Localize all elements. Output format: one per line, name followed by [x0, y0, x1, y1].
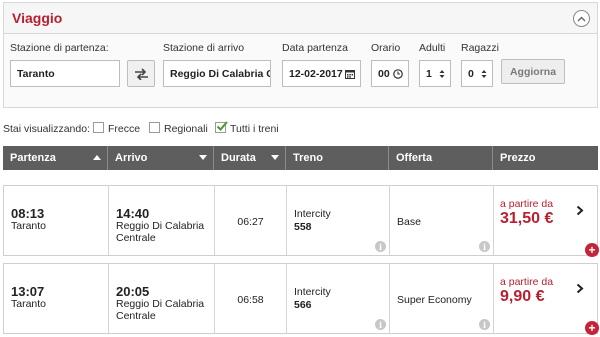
- offer-cell: Super Economy i: [390, 264, 494, 333]
- time-value: 00: [378, 67, 390, 80]
- departure-station-input[interactable]: Taranto: [10, 60, 120, 87]
- results-table-header: Partenza Arrivo Durata Treno Offerta Pre…: [3, 146, 598, 170]
- arrival-station: Reggio Di Calabria Centrale: [116, 220, 205, 244]
- offer-cell: Base i: [390, 186, 494, 255]
- column-header-arrival[interactable]: Arrivo: [108, 146, 214, 170]
- date-label: Data partenza: [282, 42, 348, 54]
- column-label-arrival: Arrivo: [115, 152, 148, 164]
- adults-label: Adulti: [419, 42, 446, 54]
- column-header-duration[interactable]: Durata: [214, 146, 286, 170]
- arrival-cell: 14:40 Reggio Di Calabria Centrale: [109, 186, 215, 255]
- time-input[interactable]: 00: [371, 60, 409, 87]
- chevron-right-icon[interactable]: [576, 205, 584, 216]
- column-label-train: Treno: [293, 152, 323, 164]
- offer-name: Base: [397, 216, 421, 228]
- duration-value: 06:27: [237, 216, 264, 228]
- column-header-departure[interactable]: Partenza: [3, 146, 108, 170]
- plus-icon[interactable]: +: [585, 321, 599, 335]
- departure-station: Taranto: [11, 220, 47, 232]
- price-value: 31,50 €: [500, 210, 554, 227]
- price-value: 9,90 €: [500, 288, 545, 305]
- journey-panel: Viaggio: [3, 2, 598, 108]
- kids-label: Ragazzi: [461, 42, 499, 54]
- adults-value: 1: [426, 67, 432, 80]
- departure-station-value: Taranto: [17, 67, 55, 80]
- filter-regionali-checkbox[interactable]: [149, 122, 160, 133]
- kids-select[interactable]: 0: [461, 60, 493, 87]
- arrival-time: 14:40: [116, 206, 150, 221]
- panel-header: Viaggio: [4, 3, 597, 34]
- info-icon[interactable]: i: [375, 319, 386, 330]
- arrival-station-input[interactable]: Reggio Di Calabria C: [163, 60, 271, 87]
- filter-tutti-checkbox[interactable]: [215, 121, 228, 133]
- sort-asc-icon: [93, 155, 101, 160]
- offer-name: Super Economy: [397, 294, 472, 306]
- table-row[interactable]: 13:07 Taranto 20:05 Reggio Di Calabria C…: [3, 263, 599, 335]
- departure-cell: 13:07 Taranto: [4, 264, 109, 333]
- filter-label: Stai visualizzando:: [3, 123, 90, 135]
- duration-value: 06:58: [237, 294, 264, 306]
- departure-cell: 08:13 Taranto: [4, 186, 109, 255]
- date-value: 12-02-2017: [289, 67, 343, 80]
- duration-cell: 06:58: [215, 264, 287, 333]
- time-label: Orario: [371, 42, 401, 54]
- info-icon[interactable]: i: [479, 241, 490, 252]
- arrival-station: Reggio Di Calabria Centrale: [116, 298, 205, 322]
- departure-station: Taranto: [11, 298, 47, 310]
- column-header-offer: Offerta: [389, 146, 493, 170]
- filter-tutti-label: Tutti i treni: [230, 123, 279, 135]
- column-header-train: Treno: [286, 146, 389, 170]
- sort-desc-icon: [271, 155, 279, 160]
- column-header-price: Prezzo: [493, 146, 598, 170]
- info-icon[interactable]: i: [375, 241, 386, 252]
- swap-icon: [134, 67, 148, 80]
- arrival-time: 20:05: [116, 284, 150, 299]
- filter-frecce-label: Frecce: [108, 123, 141, 135]
- arrival-cell: 20:05 Reggio Di Calabria Centrale: [109, 264, 215, 333]
- filter-regionali-label: Regionali: [164, 123, 208, 135]
- calendar-icon: [345, 70, 355, 79]
- train-number: 566: [294, 299, 312, 311]
- stepper-icon: [439, 70, 445, 78]
- date-input[interactable]: 12-02-2017: [282, 60, 361, 87]
- sort-desc-icon: [199, 155, 207, 160]
- arrival-station-value: Reggio Di Calabria C: [170, 67, 271, 80]
- clock-icon: [393, 69, 403, 79]
- train-cell: Intercity 566 i: [287, 264, 390, 333]
- table-row[interactable]: 08:13 Taranto 14:40 Reggio Di Calabria C…: [3, 185, 599, 257]
- departure-label: Stazione di partenza:: [10, 42, 109, 54]
- stepper-icon: [481, 70, 487, 78]
- chevron-right-icon[interactable]: [576, 283, 584, 294]
- chevron-up-icon: [577, 16, 586, 21]
- column-label-duration: Durata: [221, 152, 256, 164]
- plus-icon[interactable]: +: [585, 243, 599, 257]
- price-from-label: a partire da: [500, 276, 554, 288]
- column-label-offer: Offerta: [396, 152, 433, 164]
- duration-cell: 06:27: [215, 186, 287, 255]
- info-icon[interactable]: i: [479, 319, 490, 330]
- price-cell[interactable]: a partire da 9,90 € +: [494, 264, 599, 335]
- adults-select[interactable]: 1: [419, 60, 451, 87]
- update-button[interactable]: Aggiorna: [501, 59, 565, 84]
- arrival-label: Stazione di arrivo: [163, 42, 245, 54]
- price-cell[interactable]: a partire da 31,50 € +: [494, 186, 599, 257]
- column-label-price: Prezzo: [500, 152, 536, 164]
- departure-time: 13:07: [11, 284, 45, 299]
- departure-time: 08:13: [11, 206, 45, 221]
- train-type: Intercity: [294, 286, 331, 298]
- swap-stations-button[interactable]: [127, 60, 155, 87]
- column-label-departure: Partenza: [10, 152, 56, 164]
- train-type: Intercity: [294, 208, 331, 220]
- price-from-label: a partire da: [500, 198, 554, 210]
- kids-value: 0: [468, 67, 474, 80]
- checkmark-icon: [216, 121, 228, 131]
- filter-frecce-checkbox[interactable]: [93, 122, 104, 133]
- train-cell: Intercity 558 i: [287, 186, 390, 255]
- train-number: 558: [294, 221, 312, 233]
- panel-title: Viaggio: [12, 10, 63, 26]
- collapse-button[interactable]: [573, 10, 590, 27]
